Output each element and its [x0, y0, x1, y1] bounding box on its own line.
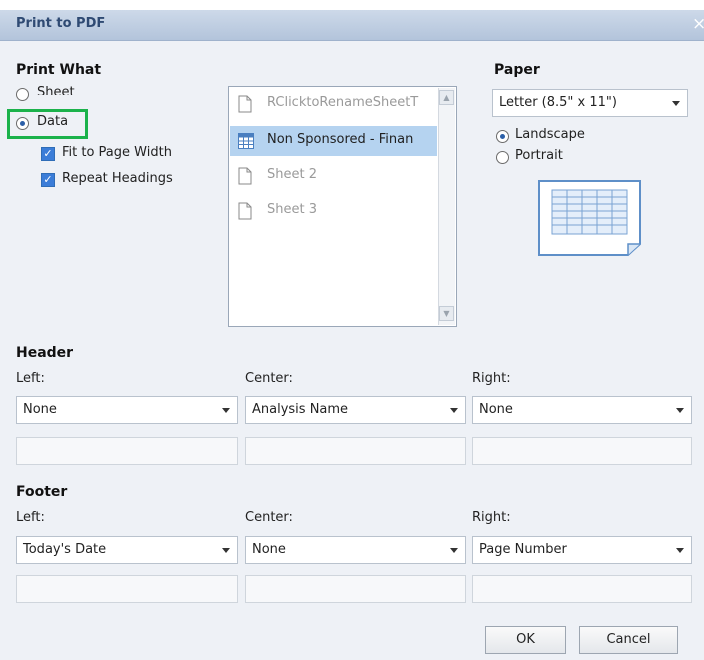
paper-heading: Paper: [494, 62, 540, 78]
chevron-down-icon: [676, 408, 684, 413]
footer-left-custom-field[interactable]: [16, 575, 238, 603]
sheet-list-scrollbar[interactable]: [438, 88, 455, 325]
table-icon: [238, 133, 254, 149]
sheet-name: Sheet 2: [267, 167, 317, 182]
footer-left-value: Today's Date: [23, 542, 107, 557]
footer-center-label: Center:: [245, 510, 293, 525]
cancel-button[interactable]: Cancel: [579, 626, 678, 654]
header-right-dropdown[interactable]: None: [472, 396, 692, 424]
footer-right-custom-field[interactable]: [472, 575, 692, 603]
sheet-list-item[interactable]: Sheet 2: [230, 161, 437, 191]
title-bar: Print to PDF ×: [0, 10, 704, 41]
chevron-down-icon: [672, 101, 680, 106]
footer-right-value: Page Number: [479, 542, 567, 557]
close-icon[interactable]: ×: [692, 14, 704, 34]
paper-size-value: Letter (8.5" x 11"): [499, 95, 617, 110]
header-left-dropdown[interactable]: None: [16, 396, 238, 424]
dialog-title: Print to PDF: [16, 16, 106, 31]
header-right-label: Right:: [472, 371, 511, 386]
chevron-down-icon: [222, 548, 230, 553]
landscape-page-preview-icon: [538, 180, 641, 256]
repeat-headings-label: Repeat Headings: [62, 171, 173, 186]
header-left-value: None: [23, 402, 57, 417]
portrait-label: Portrait: [515, 148, 563, 163]
header-left-custom-field[interactable]: [16, 437, 238, 465]
top-strip: [0, 0, 704, 10]
radio-portrait[interactable]: [496, 151, 509, 164]
print-what-heading: Print What: [16, 62, 102, 78]
header-left-label: Left:: [16, 371, 45, 386]
chevron-down-icon: [450, 408, 458, 413]
repeat-headings-checkbox[interactable]: ✓: [41, 173, 55, 187]
sheet-name: Sheet 3: [267, 202, 317, 217]
sheet-list-item-selected[interactable]: Non Sponsored - Finan: [230, 126, 437, 156]
header-right-value: None: [479, 402, 513, 417]
footer-right-dropdown[interactable]: Page Number: [472, 536, 692, 564]
sheet-list-item[interactable]: Sheet 3: [230, 196, 437, 226]
ok-button[interactable]: OK: [485, 626, 566, 654]
sheet-icon: [238, 202, 252, 220]
header-right-custom-field[interactable]: [472, 437, 692, 465]
header-center-value: Analysis Name: [252, 402, 349, 417]
sheet-name: RClicktoRenameSheetT: [267, 95, 419, 110]
paper-size-dropdown[interactable]: Letter (8.5" x 11"): [492, 89, 688, 117]
footer-center-custom-field[interactable]: [245, 575, 466, 603]
footer-center-value: None: [252, 542, 286, 557]
print-to-pdf-dialog: Print to PDF × Print What Sheet Data ✓ F…: [0, 0, 704, 660]
fit-to-page-width-checkbox[interactable]: ✓: [41, 147, 55, 161]
scroll-down-icon[interactable]: ▼: [439, 306, 454, 321]
footer-center-dropdown[interactable]: None: [245, 536, 466, 564]
landscape-label: Landscape: [515, 127, 585, 142]
scroll-up-icon[interactable]: ▲: [439, 90, 454, 105]
sheet-icon: [238, 95, 252, 113]
footer-heading: Footer: [16, 484, 68, 500]
header-center-dropdown[interactable]: Analysis Name: [245, 396, 466, 424]
sheet-list-item[interactable]: RClicktoRenameSheetT: [230, 89, 437, 119]
radio-landscape[interactable]: [496, 130, 509, 143]
radio-sheet-label: Sheet: [37, 85, 75, 95]
chevron-down-icon: [222, 408, 230, 413]
footer-left-dropdown[interactable]: Today's Date: [16, 536, 238, 564]
radio-sheet[interactable]: [16, 88, 29, 101]
sheet-icon: [238, 167, 252, 185]
fit-to-page-width-label: Fit to Page Width: [62, 145, 172, 160]
footer-left-label: Left:: [16, 510, 45, 525]
sheet-name: Non Sponsored - Finan: [267, 132, 414, 147]
highlight-box: [7, 109, 88, 139]
header-heading: Header: [16, 345, 74, 361]
footer-right-label: Right:: [472, 510, 511, 525]
chevron-down-icon: [450, 548, 458, 553]
header-center-custom-field[interactable]: [245, 437, 466, 465]
header-center-label: Center:: [245, 371, 293, 386]
chevron-down-icon: [676, 548, 684, 553]
